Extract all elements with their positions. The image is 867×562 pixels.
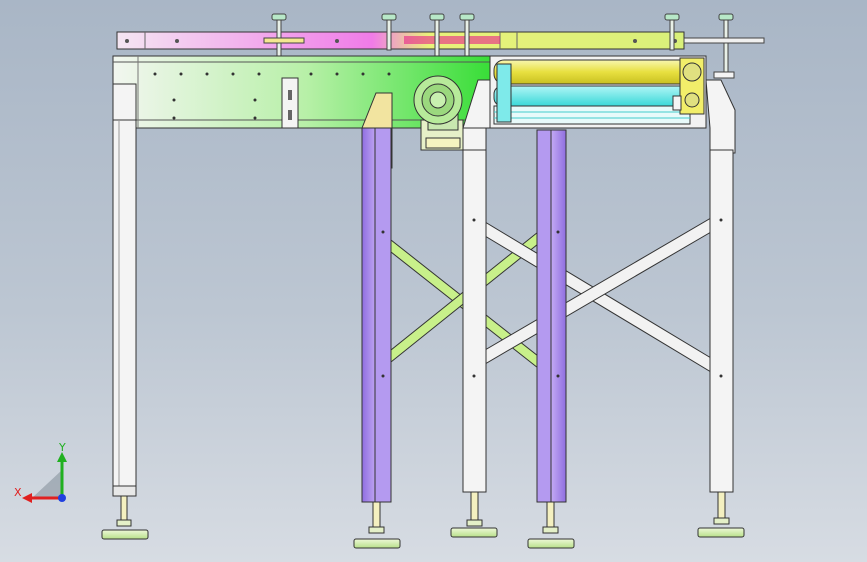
leg-purple-2[interactable] xyxy=(536,129,567,503)
leg-white-center[interactable] xyxy=(462,149,487,493)
axis-y-label: Y xyxy=(59,441,66,454)
knob-6 xyxy=(718,13,734,79)
leg-left[interactable] xyxy=(112,119,137,497)
foot-1 xyxy=(101,495,149,540)
cyan-end-plate xyxy=(496,63,512,123)
axis-triad xyxy=(22,452,67,503)
foot-3 xyxy=(450,491,498,538)
axis-x-label: X xyxy=(14,486,22,499)
drive-motor[interactable] xyxy=(413,75,464,151)
leg-right[interactable] xyxy=(709,149,734,493)
foot-4 xyxy=(527,501,575,549)
foot-2 xyxy=(353,501,401,549)
roller-section[interactable] xyxy=(489,55,707,129)
foot-5 xyxy=(697,491,745,538)
leg-purple-1[interactable] xyxy=(361,127,392,503)
leveling-feet xyxy=(101,491,745,549)
conveyor-frame-drawing[interactable] xyxy=(0,0,867,562)
cad-viewport[interactable]: Y X xyxy=(0,0,867,562)
top-rail[interactable] xyxy=(116,31,685,50)
frame-bracket xyxy=(281,77,299,129)
